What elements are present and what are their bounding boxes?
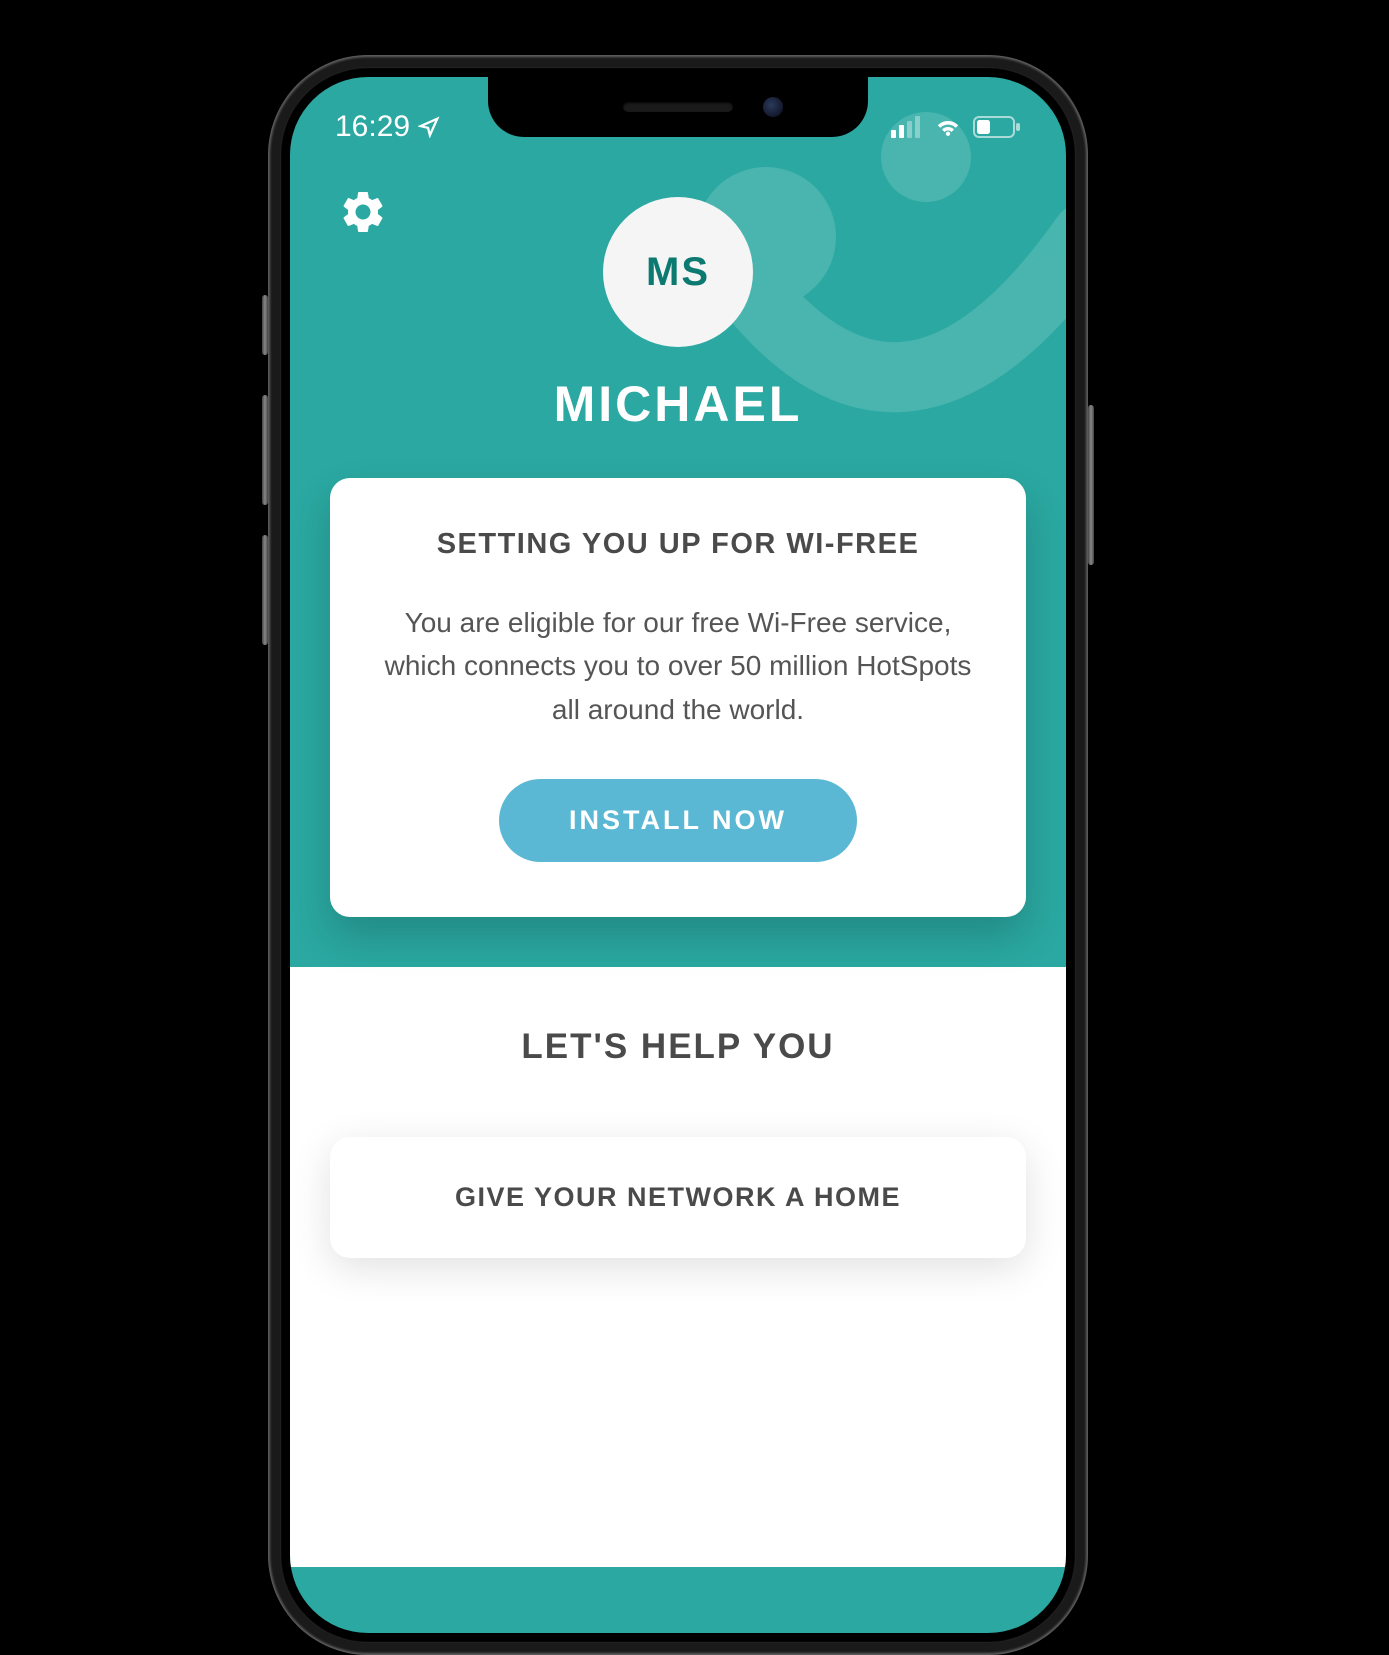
wifree-card-title: SETTING YOU UP FOR WI-FREE xyxy=(370,528,986,561)
wifi-icon xyxy=(933,116,963,138)
username-label: MICHAEL xyxy=(554,375,803,433)
avatar[interactable]: MS xyxy=(603,197,753,347)
phone-bezel: 16:29 xyxy=(280,67,1076,1643)
status-time: 16:29 xyxy=(335,110,410,144)
location-icon xyxy=(418,116,440,138)
front-camera xyxy=(763,97,783,117)
avatar-initials: MS xyxy=(646,250,710,295)
profile-block: MS MICHAEL xyxy=(290,197,1066,433)
phone-frame: 16:29 xyxy=(268,55,1088,1655)
phone-screen: 16:29 xyxy=(290,77,1066,1633)
cellular-signal-icon xyxy=(891,116,923,138)
battery-icon xyxy=(973,116,1021,138)
mute-switch xyxy=(262,295,268,355)
settings-button[interactable] xyxy=(338,187,388,237)
phone-notch xyxy=(488,77,868,137)
help-section: LET'S HELP YOU GIVE YOUR NETWORK A HOME xyxy=(290,967,1066,1567)
wifree-card-body: You are eligible for our free Wi-Free se… xyxy=(370,601,986,731)
volume-up-button xyxy=(262,395,268,505)
help-section-title: LET'S HELP YOU xyxy=(330,1027,1026,1067)
network-home-card-title: GIVE YOUR NETWORK A HOME xyxy=(360,1182,996,1213)
power-button xyxy=(1088,405,1094,565)
speaker xyxy=(623,102,733,112)
volume-down-button xyxy=(262,535,268,645)
gear-icon xyxy=(338,187,388,237)
wifree-card: SETTING YOU UP FOR WI-FREE You are eligi… xyxy=(330,478,1026,917)
network-home-card[interactable]: GIVE YOUR NETWORK A HOME xyxy=(330,1137,1026,1258)
install-now-button[interactable]: INSTALL NOW xyxy=(499,779,857,862)
